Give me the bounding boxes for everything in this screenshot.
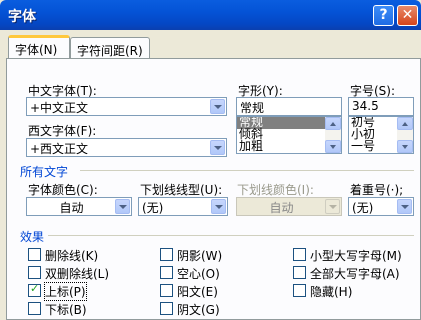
scroll-down-icon[interactable] [397, 140, 413, 153]
engrave-label[interactable]: 阴文(G) [177, 301, 220, 318]
underline-color-label: 下划线颜色(I): [237, 183, 314, 197]
double-strikethrough-checkbox[interactable] [28, 266, 41, 279]
scrollbar[interactable] [397, 117, 413, 153]
title-bar: 字体 ? ✕ [0, 0, 421, 30]
emboss-label[interactable]: 阳文(E) [177, 283, 218, 300]
help-button[interactable]: ? [373, 5, 394, 26]
tab-character-spacing[interactable]: 字符间距(R) [70, 37, 150, 59]
emphasis-mark-label: 着重号(·); [350, 183, 404, 197]
western-font-select[interactable]: +西文正文 [26, 138, 227, 157]
chinese-font-select[interactable]: +中文正文 [26, 97, 227, 116]
shadow-label[interactable]: 阴影(W) [177, 247, 222, 264]
emboss-checkbox[interactable] [160, 284, 173, 297]
scroll-up-icon[interactable] [325, 117, 341, 130]
underline-color-value: 自动 [269, 201, 294, 215]
emphasis-mark-value: (无) [352, 201, 374, 215]
font-size-list[interactable]: 初号 小初 一号 [348, 116, 414, 154]
effects-section-title: 效果 [20, 230, 45, 244]
double-strikethrough-label[interactable]: 双删除线(L) [45, 265, 109, 282]
strikethrough-label[interactable]: 删除线(K) [45, 247, 98, 264]
western-font-value: +西文正文 [30, 142, 89, 156]
strikethrough-checkbox[interactable] [28, 248, 41, 261]
scrollbar[interactable] [325, 117, 341, 153]
small-caps-checkbox[interactable] [293, 248, 306, 261]
font-size-input[interactable]: 34.5 [348, 97, 414, 116]
chevron-down-icon[interactable] [210, 140, 225, 155]
section-divider [48, 235, 414, 236]
underline-style-value: (无) [142, 201, 164, 215]
scroll-up-icon[interactable] [397, 117, 413, 130]
emphasis-mark-select[interactable]: (无) [348, 197, 414, 216]
chevron-down-icon [325, 199, 340, 214]
window-title: 字体 [8, 9, 36, 25]
scroll-down-icon[interactable] [325, 140, 341, 153]
font-color-select[interactable]: 自动 [26, 197, 132, 216]
all-caps-label[interactable]: 全部大写字母(A) [310, 265, 400, 282]
chevron-down-icon[interactable] [211, 199, 226, 214]
hidden-label[interactable]: 隐藏(H) [310, 283, 352, 300]
hidden-checkbox[interactable] [293, 284, 306, 297]
all-text-section-title: 所有文字 [20, 165, 69, 179]
outline-checkbox[interactable] [160, 266, 173, 279]
superscript-checkbox[interactable] [28, 282, 41, 297]
chevron-down-icon[interactable] [397, 199, 412, 214]
shadow-checkbox[interactable] [160, 248, 173, 261]
all-caps-checkbox[interactable] [293, 266, 306, 279]
subscript-label[interactable]: 下标(B) [45, 301, 87, 318]
close-button[interactable]: ✕ [397, 5, 418, 26]
chevron-down-icon[interactable] [210, 99, 225, 114]
small-caps-label[interactable]: 小型大写字母(M) [310, 247, 402, 264]
western-font-label: 西文字体(F): [28, 124, 97, 138]
font-color-value: 自动 [59, 201, 84, 215]
chinese-font-value: +中文正文 [30, 101, 89, 115]
underline-style-select[interactable]: (无) [138, 197, 228, 216]
font-color-label: 字体颜色(C): [28, 183, 98, 197]
underline-style-label: 下划线线型(U): [140, 183, 223, 197]
section-divider [80, 170, 414, 171]
subscript-checkbox[interactable] [28, 302, 41, 315]
font-style-list[interactable]: 常规 倾斜 加粗 [236, 116, 342, 154]
font-size-value: 34.5 [352, 99, 379, 113]
underline-color-select: 自动 [236, 197, 342, 216]
engrave-checkbox[interactable] [160, 302, 173, 315]
tab-font[interactable]: 字体(N) [8, 35, 70, 59]
font-style-value: 常规 [240, 101, 265, 115]
outline-label[interactable]: 空心(O) [177, 265, 220, 282]
font-style-input[interactable]: 常规 [236, 97, 342, 116]
chevron-down-icon[interactable] [115, 199, 130, 214]
superscript-label[interactable]: 上标(P) [44, 282, 87, 301]
